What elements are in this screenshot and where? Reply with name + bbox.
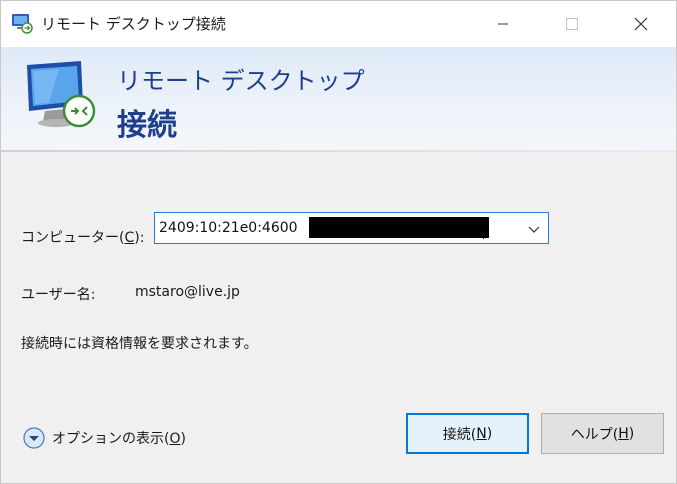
expand-chevron-icon [23,427,45,449]
close-icon [634,17,648,31]
minimize-button[interactable] [480,1,526,47]
header-title-line1: リモート デスクトップ [117,67,365,95]
username-label: ユーザー名: [21,287,96,303]
computer-combobox[interactable]: 2409:10:21e0:4600 [154,212,549,244]
computer-label: コンピューター(C): [21,230,145,246]
maximize-icon [566,18,578,30]
remote-desktop-window: リモート デスクトップ接続 リモート デスクトップ 接続 コンピューター(C):… [0,0,677,484]
header-divider [1,150,676,152]
redacted-region [309,217,489,238]
title-bar[interactable]: リモート デスクトップ接続 [1,1,676,47]
chevron-down-icon[interactable] [526,221,542,237]
username-value: mstaro@live.jp [135,284,240,300]
computer-input[interactable]: 2409:10:21e0:4600 [159,220,298,236]
show-options-label: オプションの表示(O) [52,431,186,447]
monitor-connection-icon [27,61,96,128]
close-button[interactable] [618,1,664,47]
connect-button[interactable]: 接続(N) [406,413,529,454]
minimize-icon [498,23,508,25]
remote-desktop-icon [12,14,33,34]
window-title: リモート デスクトップ接続 [41,15,226,33]
text-caret [483,219,484,239]
header-title-line2: 接続 [117,108,177,143]
help-button[interactable]: ヘルプ(H) [541,413,664,454]
maximize-button[interactable] [549,1,595,47]
credentials-notice: 接続時には資格情報を要求されます。 [21,336,258,352]
show-options-toggle[interactable]: オプションの表示(O) [23,427,186,449]
